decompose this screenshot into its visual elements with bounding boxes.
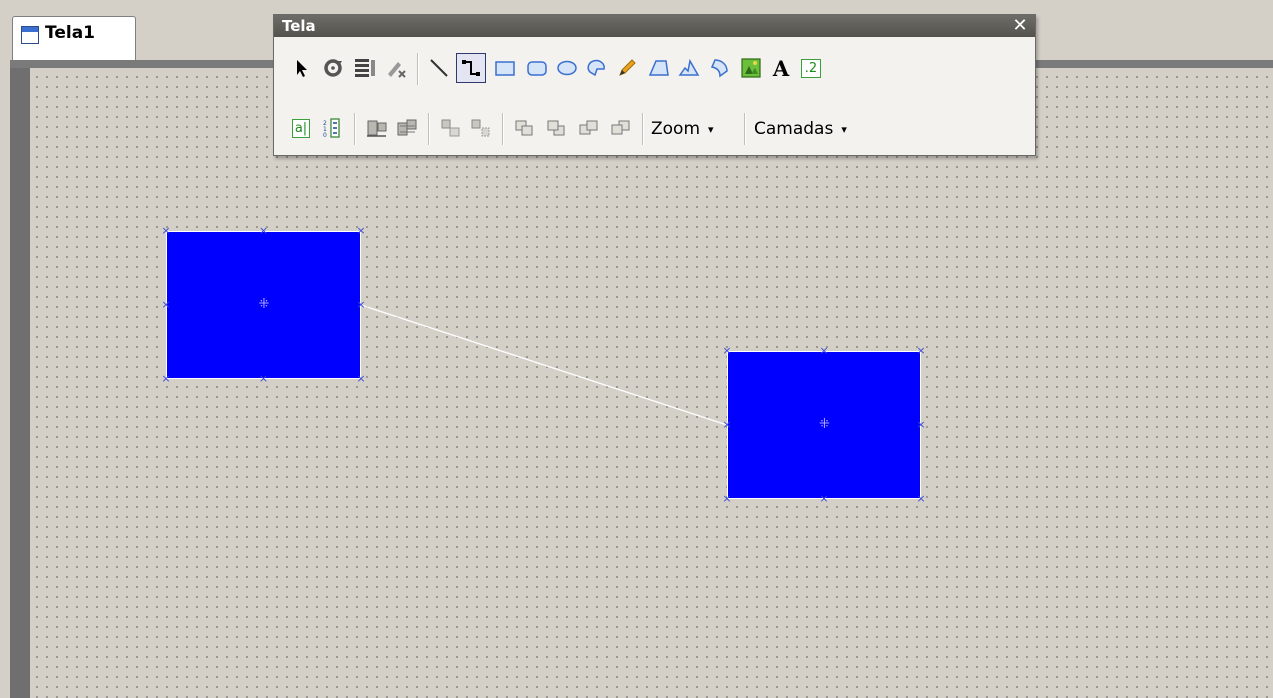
send-backward-icon [611,120,630,135]
polygon-tool[interactable] [644,53,674,83]
svg-text:0: 0 [323,132,327,139]
chevron-down-icon: ▾ [841,122,847,136]
eraser-icon [388,62,406,78]
send-backward-tool[interactable] [606,113,636,143]
list-icon [355,59,375,77]
freeform-tool[interactable] [704,53,734,83]
arc-icon [587,59,605,77]
resize-handle-icon[interactable]: × [819,493,829,504]
resize-handle-icon[interactable]: × [916,419,926,430]
resize-handle-icon[interactable]: × [356,225,366,236]
resize-handle-icon[interactable]: × [356,373,366,384]
center-handle-icon[interactable]: ⁜ [819,418,830,431]
close-icon[interactable]: ✕ [1011,16,1029,36]
resize-handle-icon[interactable]: × [356,299,366,310]
number-display-tool[interactable]: .2 [796,53,826,83]
text-icon: A [772,55,790,81]
group-icon [441,119,460,137]
rectangle-icon [495,61,515,76]
resize-handle-icon[interactable]: × [161,225,171,236]
toolbar-separator [417,53,419,85]
rounded-rectangle-tool[interactable] [522,53,552,83]
connector-line[interactable] [30,68,1273,698]
rectangle-tool[interactable] [490,53,520,83]
line-tool[interactable] [424,53,454,83]
pencil-tool[interactable] [612,53,642,83]
toolbar-title: Tela [282,17,316,35]
tela-toolbar: Tela ✕ A .2 a| 2 1 0 Zoom ▾ Camadas ▾ [273,14,1036,156]
polyline-icon [678,58,700,76]
layers-label: Camadas [754,119,834,139]
text-tool[interactable]: A [766,53,796,83]
rotate-icon [324,59,342,77]
layers-dropdown[interactable]: Camadas ▾ [754,115,847,143]
toolbar-title-bar[interactable]: Tela ✕ [274,15,1035,37]
ungroup-icon [471,119,490,137]
send-back-tool[interactable] [542,113,572,143]
tab-label: Tela1 [45,23,95,43]
ellipse-icon [557,60,577,76]
rounded-rectangle-icon [527,61,547,76]
align-left-icon [367,120,387,137]
bring-front-tool[interactable] [510,113,540,143]
toolbar-separator [744,113,746,145]
zoom-label: Zoom [651,119,701,139]
resize-handle-icon[interactable]: × [916,493,926,504]
bring-forward-tool[interactable] [574,113,604,143]
bitmap-icon [741,58,761,78]
zoom-dropdown[interactable]: Zoom ▾ [651,115,714,143]
pencil-icon [619,59,636,76]
align-right-tool[interactable] [392,113,422,143]
pointer-icon [297,60,307,77]
resize-handle-icon[interactable]: × [259,225,269,236]
resize-handle-icon[interactable]: × [161,299,171,310]
bring-front-icon [515,120,533,136]
list-tool[interactable] [350,53,380,83]
align-right-icon [397,119,417,136]
connector-icon [462,60,480,76]
pointer-tool[interactable] [286,53,316,83]
window-icon [21,26,39,44]
display-field-icon: a| [291,118,311,138]
chevron-down-icon: ▾ [708,122,714,136]
drawing-canvas[interactable]: × × × × ⁜ × × × × × × × × ⁜ × × × × [30,68,1273,698]
resize-handle-icon[interactable]: × [722,493,732,504]
toolbar-separator [502,113,504,145]
resize-handle-icon[interactable]: × [916,345,926,356]
resize-handle-icon[interactable]: × [722,345,732,356]
group-tool[interactable] [436,113,466,143]
tab-tela1[interactable]: Tela1 [12,16,136,60]
bring-forward-icon [579,120,598,135]
arc-tool[interactable] [582,53,612,83]
resize-handle-icon[interactable]: × [722,419,732,430]
resize-handle-icon[interactable]: × [259,373,269,384]
line-icon [430,59,448,77]
ungroup-tool[interactable] [466,113,496,143]
center-handle-icon[interactable]: ⁜ [259,298,270,311]
ellipse-tool[interactable] [552,53,582,83]
polygon-icon [648,60,669,76]
list-numbers-tool[interactable]: 210 [316,113,346,143]
connector-segment[interactable] [360,304,728,426]
connector-tool[interactable] [456,53,486,83]
bitmap-tool[interactable] [736,53,766,83]
display-field-tool[interactable]: a| [286,113,316,143]
resize-handle-icon[interactable]: × [819,345,829,356]
toolbar-separator [354,113,356,145]
eraser-tool[interactable] [382,53,412,83]
freeform-icon [710,59,728,78]
list-numbers-icon: 210 [323,118,340,139]
toolbar-separator [428,113,430,145]
polyline-tool[interactable] [674,53,704,83]
number-display-icon: .2 [800,58,822,78]
toolbar-separator [642,113,644,145]
send-back-icon [547,120,565,136]
align-left-tool[interactable] [362,113,392,143]
rotate-tool[interactable] [318,53,348,83]
resize-handle-icon[interactable]: × [161,373,171,384]
